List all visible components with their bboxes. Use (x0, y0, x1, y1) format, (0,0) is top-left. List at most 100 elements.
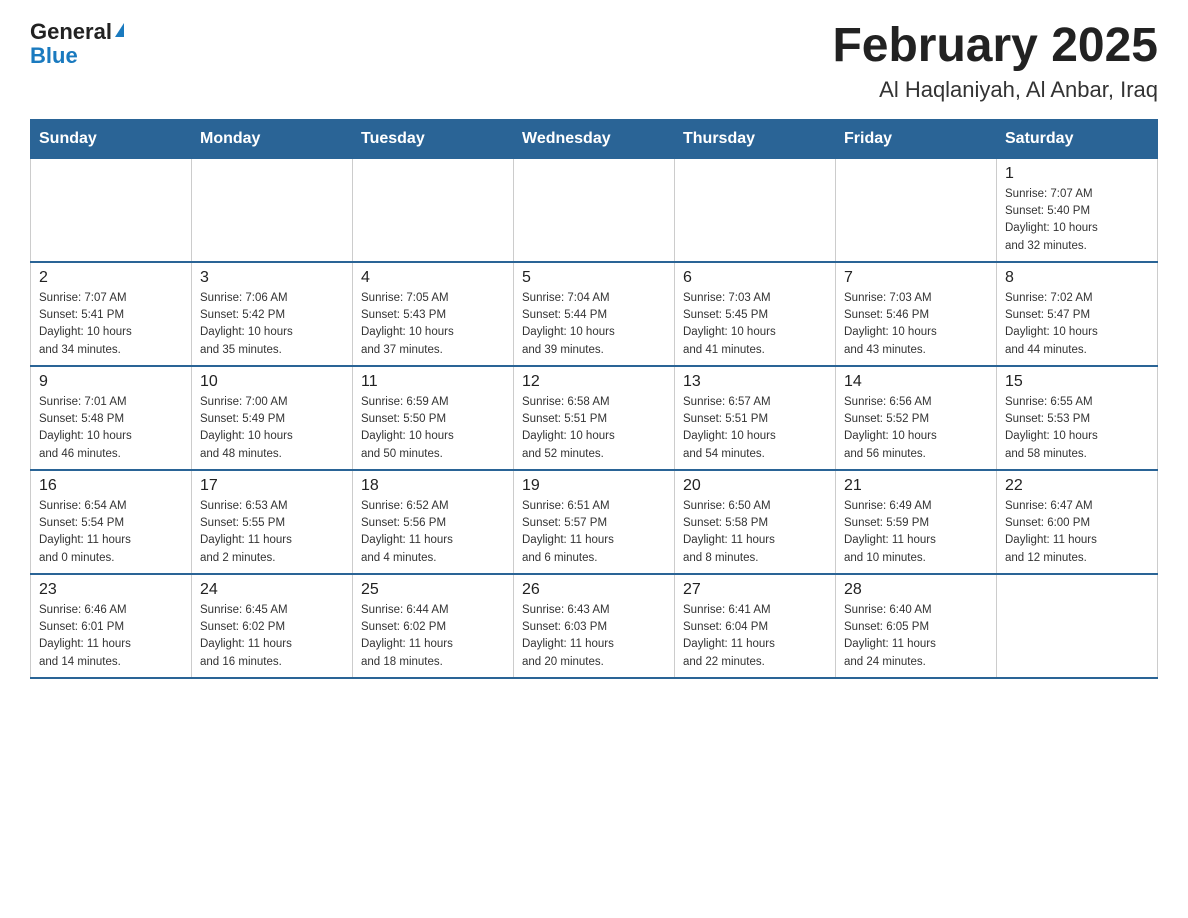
header-friday: Friday (836, 119, 997, 158)
calendar-cell: 22 Sunrise: 6:47 AM Sunset: 6:00 PM Dayli… (997, 470, 1158, 574)
logo-triangle-icon (115, 23, 124, 37)
calendar-cell: 21Sunrise: 6:49 AM Sunset: 5:59 PM Dayli… (836, 470, 997, 574)
calendar-cell: 4 Sunrise: 7:05 AM Sunset: 5:43 PM Daylig… (353, 262, 514, 366)
day-number: 24 (200, 581, 344, 599)
calendar-cell (997, 574, 1158, 678)
calendar-cell: 10Sunrise: 7:00 AM Sunset: 5:49 PM Dayli… (192, 366, 353, 470)
day-info: Sunrise: 7:04 AM Sunset: 5:44 PM Dayligh… (522, 290, 666, 359)
calendar-cell: 25 Sunrise: 6:44 AM Sunset: 6:02 PM Dayli… (353, 574, 514, 678)
day-number: 25 (361, 581, 505, 599)
day-number: 23 (39, 581, 183, 599)
day-info: Sunrise: 7:05 AM Sunset: 5:43 PM Dayligh… (361, 290, 505, 359)
logo-general-text: General (30, 20, 112, 44)
calendar-cell: 12 Sunrise: 6:58 AM Sunset: 5:51 PM Dayli… (514, 366, 675, 470)
calendar-cell: 13 Sunrise: 6:57 AM Sunset: 5:51 PM Dayli… (675, 366, 836, 470)
calendar-cell (192, 158, 353, 262)
day-number: 9 (39, 373, 183, 391)
day-info: Sunrise: 6:47 AM Sunset: 6:00 PM Dayligh… (1005, 498, 1149, 567)
day-info: Sunrise: 6:56 AM Sunset: 5:52 PM Dayligh… (844, 394, 988, 463)
logo: General Blue (30, 20, 124, 68)
day-number: 7 (844, 269, 988, 287)
header-sunday: Sunday (31, 119, 192, 158)
day-number: 26 (522, 581, 666, 599)
day-number: 2 (39, 269, 183, 287)
day-number: 22 (1005, 477, 1149, 495)
calendar-cell: 8 Sunrise: 7:02 AM Sunset: 5:47 PM Daylig… (997, 262, 1158, 366)
calendar-cell: 23 Sunrise: 6:46 AM Sunset: 6:01 PM Dayli… (31, 574, 192, 678)
calendar-cell: 1 Sunrise: 7:07 AM Sunset: 5:40 PM Daylig… (997, 158, 1158, 262)
day-info: Sunrise: 6:57 AM Sunset: 5:51 PM Dayligh… (683, 394, 827, 463)
calendar-cell: 28 Sunrise: 6:40 AM Sunset: 6:05 PM Dayli… (836, 574, 997, 678)
calendar-week-3: 9 Sunrise: 7:01 AM Sunset: 5:48 PM Daylig… (31, 366, 1158, 470)
day-number: 14 (844, 373, 988, 391)
day-number: 5 (522, 269, 666, 287)
day-info: Sunrise: 6:55 AM Sunset: 5:53 PM Dayligh… (1005, 394, 1149, 463)
day-number: 17 (200, 477, 344, 495)
calendar-cell: 9 Sunrise: 7:01 AM Sunset: 5:48 PM Daylig… (31, 366, 192, 470)
calendar-cell: 6 Sunrise: 7:03 AM Sunset: 5:45 PM Daylig… (675, 262, 836, 366)
day-number: 4 (361, 269, 505, 287)
day-number: 21 (844, 477, 988, 495)
day-info: Sunrise: 6:54 AM Sunset: 5:54 PM Dayligh… (39, 498, 183, 567)
calendar-week-1: 1 Sunrise: 7:07 AM Sunset: 5:40 PM Daylig… (31, 158, 1158, 262)
calendar-cell: 26 Sunrise: 6:43 AM Sunset: 6:03 PM Dayli… (514, 574, 675, 678)
calendar-cell: 27Sunrise: 6:41 AM Sunset: 6:04 PM Dayli… (675, 574, 836, 678)
logo-blue-text: Blue (30, 44, 78, 68)
day-number: 10 (200, 373, 344, 391)
day-number: 19 (522, 477, 666, 495)
day-number: 28 (844, 581, 988, 599)
day-info: Sunrise: 7:07 AM Sunset: 5:41 PM Dayligh… (39, 290, 183, 359)
calendar-cell: 15 Sunrise: 6:55 AM Sunset: 5:53 PM Dayli… (997, 366, 1158, 470)
location-title: Al Haqlaniyah, Al Anbar, Iraq (832, 77, 1158, 103)
day-info: Sunrise: 6:40 AM Sunset: 6:05 PM Dayligh… (844, 602, 988, 671)
calendar-header-row: SundayMondayTuesdayWednesdayThursdayFrid… (31, 119, 1158, 158)
calendar-cell: 24 Sunrise: 6:45 AM Sunset: 6:02 PM Dayli… (192, 574, 353, 678)
day-info: Sunrise: 6:58 AM Sunset: 5:51 PM Dayligh… (522, 394, 666, 463)
day-number: 13 (683, 373, 827, 391)
day-info: Sunrise: 6:45 AM Sunset: 6:02 PM Dayligh… (200, 602, 344, 671)
calendar-cell: 17 Sunrise: 6:53 AM Sunset: 5:55 PM Dayli… (192, 470, 353, 574)
day-number: 18 (361, 477, 505, 495)
day-number: 16 (39, 477, 183, 495)
calendar-cell: 19 Sunrise: 6:51 AM Sunset: 5:57 PM Dayli… (514, 470, 675, 574)
day-info: Sunrise: 6:52 AM Sunset: 5:56 PM Dayligh… (361, 498, 505, 567)
day-info: Sunrise: 6:44 AM Sunset: 6:02 PM Dayligh… (361, 602, 505, 671)
header-tuesday: Tuesday (353, 119, 514, 158)
calendar-cell (514, 158, 675, 262)
calendar-cell (836, 158, 997, 262)
calendar-cell: 5 Sunrise: 7:04 AM Sunset: 5:44 PM Daylig… (514, 262, 675, 366)
day-number: 15 (1005, 373, 1149, 391)
calendar-cell: 3Sunrise: 7:06 AM Sunset: 5:42 PM Daylig… (192, 262, 353, 366)
day-number: 12 (522, 373, 666, 391)
day-info: Sunrise: 7:07 AM Sunset: 5:40 PM Dayligh… (1005, 186, 1149, 255)
calendar-week-2: 2 Sunrise: 7:07 AM Sunset: 5:41 PM Daylig… (31, 262, 1158, 366)
day-info: Sunrise: 6:43 AM Sunset: 6:03 PM Dayligh… (522, 602, 666, 671)
day-info: Sunrise: 6:46 AM Sunset: 6:01 PM Dayligh… (39, 602, 183, 671)
day-info: Sunrise: 7:02 AM Sunset: 5:47 PM Dayligh… (1005, 290, 1149, 359)
calendar-cell: 14 Sunrise: 6:56 AM Sunset: 5:52 PM Dayli… (836, 366, 997, 470)
day-info: Sunrise: 6:51 AM Sunset: 5:57 PM Dayligh… (522, 498, 666, 567)
calendar-table: SundayMondayTuesdayWednesdayThursdayFrid… (30, 119, 1158, 679)
day-info: Sunrise: 7:03 AM Sunset: 5:45 PM Dayligh… (683, 290, 827, 359)
calendar-cell (353, 158, 514, 262)
day-number: 1 (1005, 165, 1149, 183)
header-thursday: Thursday (675, 119, 836, 158)
day-number: 8 (1005, 269, 1149, 287)
calendar-week-4: 16 Sunrise: 6:54 AM Sunset: 5:54 PM Dayli… (31, 470, 1158, 574)
title-block: February 2025 Al Haqlaniyah, Al Anbar, I… (832, 20, 1158, 103)
page-header: General Blue February 2025 Al Haqlaniyah… (30, 20, 1158, 103)
day-info: Sunrise: 7:01 AM Sunset: 5:48 PM Dayligh… (39, 394, 183, 463)
day-info: Sunrise: 7:03 AM Sunset: 5:46 PM Dayligh… (844, 290, 988, 359)
day-info: Sunrise: 6:59 AM Sunset: 5:50 PM Dayligh… (361, 394, 505, 463)
calendar-cell (31, 158, 192, 262)
calendar-cell (675, 158, 836, 262)
calendar-cell: 16 Sunrise: 6:54 AM Sunset: 5:54 PM Dayli… (31, 470, 192, 574)
calendar-cell: 18 Sunrise: 6:52 AM Sunset: 5:56 PM Dayli… (353, 470, 514, 574)
calendar-cell: 11Sunrise: 6:59 AM Sunset: 5:50 PM Dayli… (353, 366, 514, 470)
day-number: 20 (683, 477, 827, 495)
month-title: February 2025 (832, 20, 1158, 73)
day-number: 6 (683, 269, 827, 287)
header-saturday: Saturday (997, 119, 1158, 158)
day-info: Sunrise: 6:50 AM Sunset: 5:58 PM Dayligh… (683, 498, 827, 567)
day-info: Sunrise: 6:53 AM Sunset: 5:55 PM Dayligh… (200, 498, 344, 567)
